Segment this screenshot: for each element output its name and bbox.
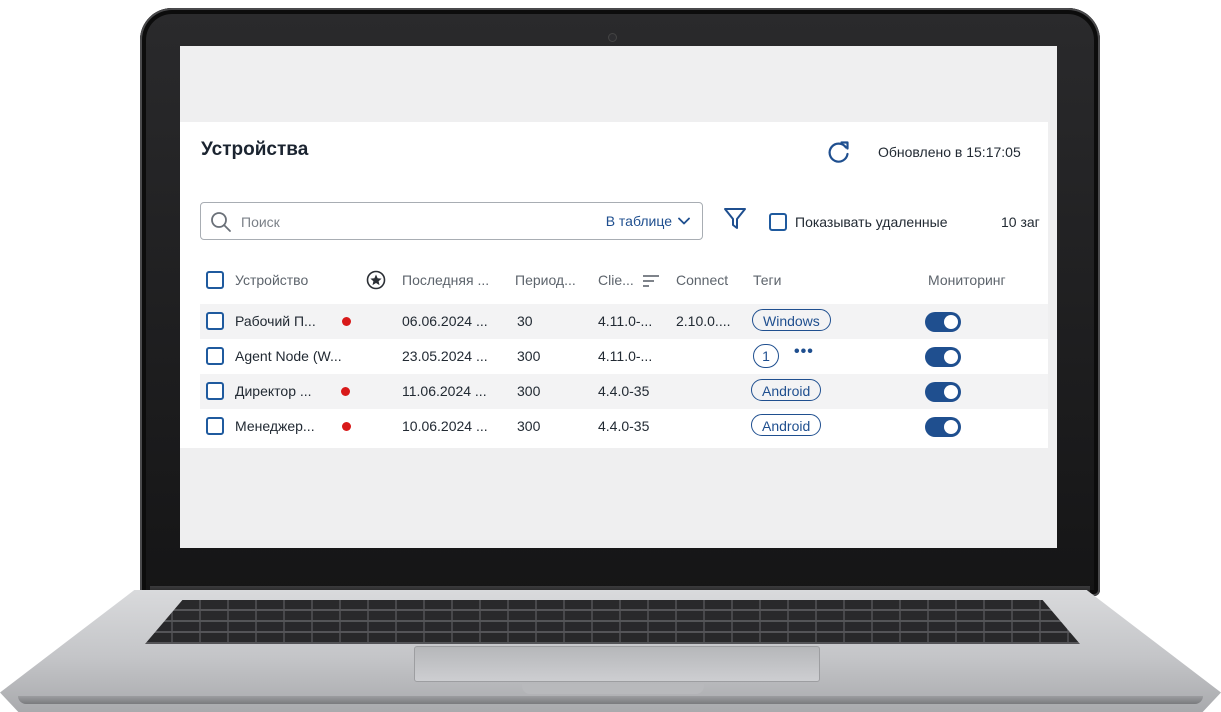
show-deleted-toggle[interactable]: Показывать удаленные: [769, 213, 948, 231]
row-last: 23.05.2024 ...: [402, 348, 488, 364]
row-checkbox[interactable]: [206, 382, 224, 403]
page-title: Устройства: [201, 139, 309, 160]
laptop-camera: [608, 33, 617, 42]
table-row[interactable]: Менеджер... 10.06.2024 ... 300 4.4.0-35 …: [200, 409, 1048, 444]
row-client: 4.11.0-...: [598, 348, 653, 364]
row-device: Agent Node (W...: [235, 348, 342, 364]
filter-icon[interactable]: [723, 206, 747, 232]
table-row[interactable]: Agent Node (W... 23.05.2024 ... 300 4.11…: [200, 339, 1048, 374]
more-tags-button[interactable]: •••: [794, 343, 814, 361]
row-last: 06.06.2024 ...: [402, 313, 488, 329]
laptop-front-notch: [522, 684, 704, 694]
search-icon: [211, 212, 231, 232]
column-connect[interactable]: Connect: [676, 272, 728, 288]
show-deleted-label: Показывать удаленные: [795, 214, 948, 230]
row-checkbox[interactable]: [206, 417, 224, 438]
monitoring-toggle[interactable]: [925, 417, 961, 437]
column-device[interactable]: Устройство: [235, 272, 308, 288]
alert-dot: [341, 387, 350, 396]
search-box[interactable]: В таблице: [200, 202, 703, 240]
column-tags[interactable]: Теги: [753, 272, 781, 288]
row-client: 4.4.0-35: [598, 383, 650, 399]
alert-dot: [342, 422, 351, 431]
row-period: 300: [517, 418, 541, 434]
row-period: 30: [517, 313, 533, 329]
row-period: 300: [517, 348, 541, 364]
sort-icon[interactable]: [642, 274, 660, 288]
column-last-activity[interactable]: Последняя ...: [402, 272, 489, 288]
row-checkbox[interactable]: [206, 312, 224, 333]
search-input[interactable]: [239, 212, 543, 232]
refresh-icon[interactable]: [825, 138, 853, 166]
row-device: Директор ...: [235, 383, 312, 399]
alert-dot: [342, 317, 351, 326]
row-checkbox[interactable]: [206, 347, 224, 368]
table-row[interactable]: Рабочий П... 06.06.2024 ... 30 4.11.0-..…: [200, 304, 1048, 339]
chevron-down-icon: [678, 217, 690, 225]
table-header: Устройство Последняя ... Период... Clie.…: [200, 268, 1048, 296]
monitoring-toggle[interactable]: [925, 382, 961, 402]
laptop-keyboard: [145, 600, 1080, 644]
column-monitoring[interactable]: Мониторинг: [928, 272, 1006, 288]
star-icon[interactable]: [366, 270, 386, 290]
laptop-base-edge: [18, 696, 1203, 704]
tag-count-chip[interactable]: 1: [753, 344, 779, 368]
row-device: Рабочий П...: [235, 313, 316, 329]
column-client[interactable]: Clie...: [598, 272, 634, 288]
records-count: 10 заг: [1001, 214, 1040, 230]
monitoring-toggle[interactable]: [925, 347, 961, 367]
select-all-checkbox[interactable]: [206, 271, 224, 292]
tag-chip[interactable]: Android: [751, 379, 822, 401]
column-period[interactable]: Период...: [515, 272, 576, 288]
row-period: 300: [517, 383, 541, 399]
search-scope-dropdown[interactable]: В таблице: [606, 213, 690, 229]
show-deleted-checkbox[interactable]: [769, 213, 787, 231]
table-row[interactable]: Директор ... 11.06.2024 ... 300 4.4.0-35…: [200, 374, 1048, 409]
row-device: Менеджер...: [235, 418, 315, 434]
row-client: 4.11.0-...: [598, 313, 653, 329]
search-scope-label: В таблице: [605, 213, 672, 229]
devices-panel: Устройства Обновлено в 15:17:05 В таблиц…: [180, 122, 1048, 448]
row-connect: 2.10.0....: [676, 313, 731, 329]
row-last: 11.06.2024 ...: [402, 383, 487, 399]
tag-chip[interactable]: Android: [751, 414, 822, 436]
row-client: 4.4.0-35: [598, 418, 650, 434]
tag-chip[interactable]: Windows: [752, 309, 831, 331]
monitoring-toggle[interactable]: [925, 312, 961, 332]
laptop-trackpad: [414, 646, 820, 682]
laptop-screen: Устройства Обновлено в 15:17:05 В таблиц…: [180, 46, 1057, 548]
updated-timestamp: Обновлено в 15:17:05: [878, 144, 1021, 160]
row-last: 10.06.2024 ...: [402, 418, 488, 434]
